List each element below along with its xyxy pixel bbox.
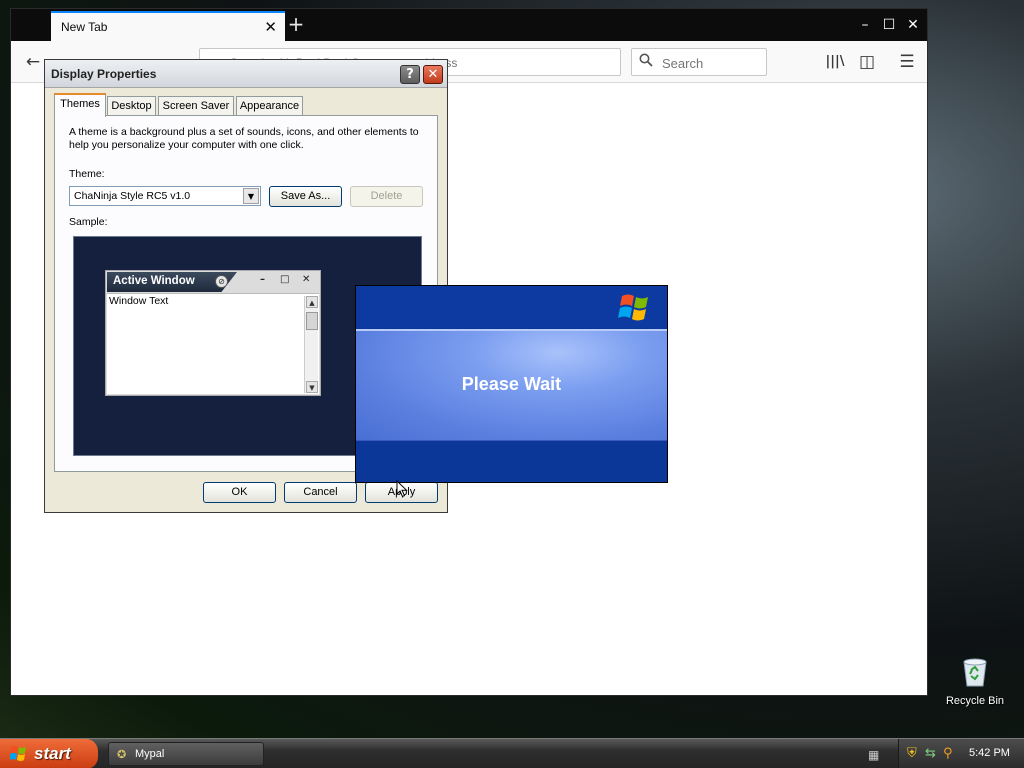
- recycle-bin-icon: [963, 658, 987, 687]
- security-shield-icon[interactable]: ⛨: [907, 746, 917, 761]
- network-icon[interactable]: ⇆: [925, 746, 936, 761]
- tab-screen-saver[interactable]: Screen Saver: [158, 96, 234, 116]
- taskbar: start ✪ Mypal ▦ ⛨ ⇆ ⚲ 5:42 PM: [0, 738, 1024, 768]
- sample-window-titlebar: Active Window ⊘: [107, 272, 237, 292]
- save-as-button[interactable]: Save As...: [269, 186, 342, 207]
- sample-maximize-icon: □: [280, 274, 290, 285]
- back-icon[interactable]: ←: [19, 49, 47, 75]
- help-button[interactable]: ?: [400, 65, 420, 84]
- sidebar-icon[interactable]: ◫: [853, 49, 881, 75]
- please-wait-splash: Please Wait: [355, 285, 668, 483]
- chevron-down-icon[interactable]: ▼: [243, 188, 259, 204]
- search-tray-icon[interactable]: ⚲: [943, 746, 953, 761]
- theme-select[interactable]: ChaNinja Style RC5 v1.0 ▼: [69, 186, 261, 206]
- library-icon[interactable]: |||\: [821, 49, 849, 75]
- mouse-cursor-icon: [396, 480, 408, 498]
- taskbar-item-label: Mypal: [135, 748, 165, 760]
- search-input[interactable]: [662, 55, 762, 71]
- clock: 5:42 PM: [969, 747, 1010, 759]
- theme-description: A theme is a background plus a set of so…: [69, 126, 419, 151]
- maximize-button[interactable]: ☐: [878, 13, 900, 37]
- start-label: start: [34, 744, 71, 763]
- new-tab-button[interactable]: +: [285, 12, 307, 36]
- recycle-bin[interactable]: Recycle Bin: [942, 656, 1008, 707]
- sample-close-icon: ✕: [302, 274, 311, 285]
- menu-icon[interactable]: ☰: [893, 49, 921, 75]
- tab-title: New Tab: [61, 20, 108, 34]
- tab-close-icon[interactable]: ✕: [264, 18, 277, 36]
- sample-scrollbar: ▲ ▼: [304, 296, 318, 393]
- scroll-up-icon: ▲: [306, 296, 318, 308]
- sample-window-body: Window Text ▲ ▼: [107, 293, 319, 394]
- sample-minimize-icon: –: [260, 274, 265, 285]
- scroll-thumb: [306, 312, 318, 330]
- sample-window-text: Window Text: [109, 295, 169, 307]
- theme-logo-icon: ⊘: [215, 275, 228, 288]
- search-icon: [639, 53, 653, 71]
- recycle-bin-label: Recycle Bin: [945, 695, 1005, 707]
- theme-select-value: ChaNinja Style RC5 v1.0: [74, 190, 191, 202]
- tab-new-tab[interactable]: New Tab ✕: [51, 11, 285, 41]
- system-tray: ⛨ ⇆ ⚲ 5:42 PM: [898, 739, 1024, 768]
- start-button[interactable]: start: [0, 739, 98, 768]
- delete-button: Delete: [350, 186, 423, 207]
- ok-button[interactable]: OK: [203, 482, 276, 503]
- mypal-icon: ✪: [117, 748, 127, 761]
- taskbar-item-mypal[interactable]: ✪ Mypal: [108, 742, 264, 766]
- cancel-button[interactable]: Cancel: [284, 482, 357, 503]
- windows-flag-icon: [10, 746, 26, 761]
- dialog-titlebar[interactable]: Display Properties ? ✕: [45, 60, 447, 88]
- windows-logo-icon: [618, 294, 648, 321]
- minimize-button[interactable]: –: [854, 13, 876, 37]
- keyboard-icon[interactable]: ▦: [868, 748, 879, 762]
- dialog-title: Display Properties: [51, 67, 157, 81]
- tab-themes[interactable]: Themes: [54, 93, 106, 117]
- search-bar[interactable]: [631, 48, 767, 76]
- sample-label: Sample:: [69, 216, 108, 228]
- sample-window-title: Active Window: [113, 275, 195, 287]
- please-wait-text: Please Wait: [461, 374, 562, 394]
- close-button[interactable]: ✕: [902, 13, 924, 37]
- scroll-down-icon: ▼: [306, 381, 318, 393]
- tab-appearance[interactable]: Appearance: [236, 96, 303, 116]
- sample-active-window: Active Window ⊘ – □ ✕ Window Text ▲ ▼: [105, 270, 321, 396]
- tab-strip: New Tab ✕ + – ☐ ✕: [11, 9, 927, 41]
- theme-label: Theme:: [69, 168, 105, 180]
- tab-desktop[interactable]: Desktop: [107, 96, 156, 116]
- dialog-close-button[interactable]: ✕: [423, 65, 443, 84]
